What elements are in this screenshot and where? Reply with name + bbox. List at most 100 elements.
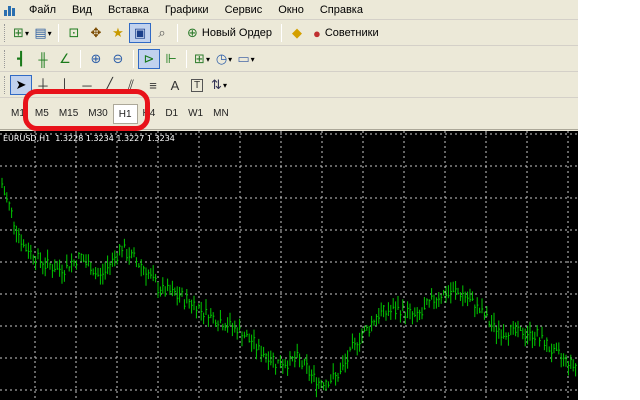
indicators-icon: ⊞ — [194, 51, 205, 66]
line-studies-toolbar: ➤ ┼ │ ─ ╱ ⫽ ≡ A T ⇅ ▾ — [0, 73, 578, 98]
channel-icon: ⫽ — [128, 77, 134, 92]
timeframe-m30[interactable]: M30 — [83, 104, 112, 124]
zoom-out-button[interactable]: ⊖ — [107, 49, 129, 69]
toolbar-separator — [58, 24, 59, 42]
menu-bar: Файл Вид Вставка Графики Сервис Окно Спр… — [0, 0, 578, 20]
timeframes-toolbar: M1 M5 M15 M30 H1 H4 D1 W1 MN — [0, 99, 578, 130]
timeframe-d1[interactable]: D1 — [160, 104, 183, 124]
vertical-line-button[interactable]: │ — [54, 75, 76, 95]
timeframe-h1[interactable]: H1 — [112, 104, 138, 124]
toolbar-separator — [281, 24, 282, 42]
fibonacci-icon: ≡ — [149, 77, 157, 93]
candlestick-icon: ╫ — [38, 51, 48, 67]
line-chart-button[interactable]: ∠ — [54, 49, 76, 69]
warning-icon: ◆ — [292, 25, 302, 40]
menu-file[interactable]: Файл — [21, 1, 64, 19]
candlesticks-button[interactable]: ╫ — [32, 49, 54, 69]
magnifier-icon: ⌕ — [158, 25, 166, 40]
periods-button[interactable]: ◷ ▾ — [213, 49, 235, 69]
auto-scroll-button[interactable]: ⊳ — [138, 49, 160, 69]
cursor-button[interactable]: ➤ — [10, 75, 32, 95]
fibonacci-button[interactable]: ≡ — [142, 75, 164, 95]
toolbar-separator — [80, 50, 81, 68]
folder-star-icon: ★ — [112, 25, 124, 40]
cursor-arrow-icon: ➤ — [15, 77, 27, 92]
menu-insert[interactable]: Вставка — [100, 1, 157, 19]
chevron-down-icon: ▾ — [24, 28, 29, 38]
menu-window[interactable]: Окно — [270, 1, 312, 19]
line-chart-icon: ∠ — [59, 51, 71, 66]
terminal-window-icon: ▣ — [133, 25, 147, 40]
bar-chart-button[interactable]: ┫ — [10, 49, 32, 69]
crosshair-button[interactable]: ┼ — [32, 75, 54, 95]
app-logo-icon — [3, 3, 19, 17]
timeframe-m1[interactable]: M1 — [6, 104, 30, 124]
crosshair-icon: ✥ — [90, 25, 102, 40]
menu-help[interactable]: Справка — [312, 1, 371, 19]
indicators-button[interactable]: ⊞ ▾ — [191, 49, 213, 69]
terminal-button[interactable]: ▣ — [129, 23, 151, 43]
chart-title: EURUSD,H1 1.3228 1.3234 1.3227 1.3234 — [3, 134, 175, 143]
vertical-line-icon: │ — [60, 77, 70, 93]
chevron-down-icon: ▾ — [205, 54, 210, 64]
text-label-icon: T — [190, 78, 204, 92]
menu-tools[interactable]: Сервис — [217, 1, 271, 19]
toolbar-grip[interactable] — [4, 50, 7, 68]
trading-terminal-window: Файл Вид Вставка Графики Сервис Окно Спр… — [0, 0, 578, 400]
price-chart[interactable]: EURUSD,H1 1.3228 1.3234 1.3227 1.3234 — [0, 131, 578, 400]
new-chart-icon: ⊞ — [13, 25, 24, 40]
bar-chart-icon: ┫ — [17, 51, 25, 66]
toolbar-grip[interactable] — [4, 24, 7, 42]
timeframe-m5[interactable]: M5 — [30, 104, 54, 124]
profiles-icon: ▤ — [34, 25, 47, 40]
strategy-tester-button[interactable]: ⌕ — [151, 23, 173, 43]
text-label-button[interactable]: T — [186, 75, 208, 95]
new-order-icon: ⊕ — [187, 25, 198, 40]
chevron-down-icon: ▾ — [222, 80, 227, 90]
standard-toolbar: ⊞ ▾ ▤ ▾ ⊡ ✥ ★ ▣ ⌕ ⊕ Новый Ордер ◆ ● Советн… — [0, 21, 578, 46]
toolbar-separator — [133, 50, 134, 68]
toolbar-separator — [177, 24, 178, 42]
trendline-button[interactable]: ╱ — [98, 75, 120, 95]
expert-advisors-label: Советники — [324, 27, 379, 39]
new-chart-button[interactable]: ⊞ ▾ — [10, 23, 32, 43]
charts-toolbar: ┫ ╫ ∠ ⊕ ⊖ ⊳ ⊩ ⊞ ▾ ◷ ▾ ▭ ▾ — [0, 47, 578, 72]
crosshair-icon: ┼ — [38, 77, 48, 93]
chart-canvas[interactable] — [0, 131, 578, 400]
expert-advisors-button[interactable]: ● Советники — [308, 23, 384, 43]
menu-charts[interactable]: Графики — [157, 1, 217, 19]
market-watch-button[interactable]: ⊡ — [63, 23, 85, 43]
warning-button[interactable]: ◆ — [286, 23, 308, 43]
new-order-label: Новый Ордер — [201, 27, 272, 39]
arrows-button[interactable]: ⇅ ▾ — [208, 75, 230, 95]
equidistant-channel-button[interactable]: ⫽ — [120, 75, 142, 95]
market-watch-icon: ⊡ — [68, 25, 80, 40]
menu-view[interactable]: Вид — [64, 1, 100, 19]
data-window-button[interactable]: ✥ — [85, 23, 107, 43]
navigator-button[interactable]: ★ — [107, 23, 129, 43]
arrows-icon: ⇅ — [211, 77, 222, 92]
templates-button[interactable]: ▭ ▾ — [235, 49, 257, 69]
toolbar-grip[interactable] — [4, 76, 7, 94]
timeframe-m15[interactable]: M15 — [54, 104, 83, 124]
timeframe-mn[interactable]: MN — [208, 104, 234, 124]
zoom-out-icon: ⊖ — [112, 51, 124, 66]
template-icon: ▭ — [237, 51, 250, 66]
clock-icon: ◷ — [215, 51, 228, 66]
chart-shift-icon: ⊩ — [165, 51, 177, 66]
chevron-down-icon: ▾ — [250, 54, 255, 64]
chevron-down-icon: ▾ — [228, 54, 233, 64]
auto-scroll-icon: ⊳ — [143, 51, 155, 66]
zoom-in-button[interactable]: ⊕ — [85, 49, 107, 69]
timeframe-w1[interactable]: W1 — [183, 104, 208, 124]
timeframe-h4[interactable]: H4 — [138, 104, 161, 124]
new-order-button[interactable]: ⊕ Новый Ордер — [182, 23, 277, 43]
chart-shift-button[interactable]: ⊩ — [160, 49, 182, 69]
expert-advisors-icon: ● — [313, 25, 321, 41]
text-icon: A — [170, 77, 180, 93]
text-button[interactable]: A — [164, 75, 186, 95]
horizontal-line-icon: ─ — [82, 77, 92, 93]
chevron-down-icon: ▾ — [47, 28, 52, 38]
horizontal-line-button[interactable]: ─ — [76, 75, 98, 95]
profiles-button[interactable]: ▤ ▾ — [32, 23, 54, 43]
